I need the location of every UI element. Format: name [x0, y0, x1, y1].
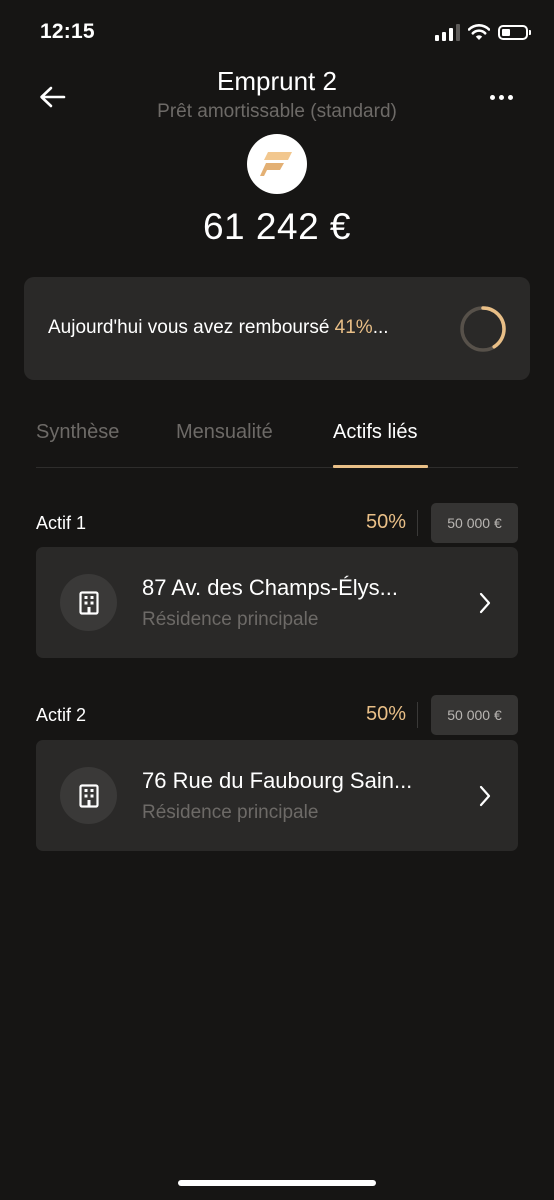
- page-subtitle: Prêt amortissable (standard): [157, 101, 397, 122]
- building-icon: [78, 590, 99, 615]
- tab-synthese[interactable]: Synthèse: [36, 421, 119, 444]
- asset-type: Résidence principale: [142, 802, 319, 823]
- asset-type: Résidence principale: [142, 609, 319, 630]
- more-options-button[interactable]: [488, 88, 514, 106]
- lender-logo-icon: [260, 152, 292, 176]
- divider: [417, 510, 418, 536]
- asset-label: Actif 2: [36, 705, 87, 725]
- asset-header: Actif 2 50% 50 000 €: [36, 695, 518, 735]
- asset-icon-circle: [60, 767, 117, 824]
- tab-mensualite[interactable]: Mensualité: [176, 421, 273, 444]
- loan-amount: 61 242 €: [202, 206, 352, 247]
- tab-bar: Synthèse Mensualité Actifs liés: [36, 415, 518, 468]
- more-dot: [498, 94, 504, 100]
- asset-label: Actif 1: [36, 513, 87, 533]
- tab-actifs-lies[interactable]: Actifs liés: [333, 421, 417, 444]
- more-horizontal-icon: [489, 94, 495, 100]
- page-title: Emprunt 2: [217, 66, 337, 96]
- repayment-prefix: Aujourd'hui vous avez remboursé: [48, 317, 335, 338]
- repayment-progress-ring: [460, 306, 506, 352]
- asset-card[interactable]: 87 Av. des Champs-Élys... Résidence prin…: [36, 547, 518, 658]
- chevron-right-icon: [479, 592, 491, 614]
- wifi-icon: [468, 24, 490, 40]
- screen: 12:15 Emprunt 2 Prêt amortissable (stand…: [0, 0, 554, 1200]
- battery-icon: [498, 25, 531, 40]
- status-time: 12:15: [40, 20, 95, 43]
- divider: [417, 702, 418, 728]
- status-icons: [435, 24, 531, 41]
- asset-header: Actif 1 50% 50 000 €: [36, 503, 518, 543]
- asset-address: 76 Rue du Faubourg Sain...: [142, 768, 413, 793]
- repayment-text: Aujourd'hui vous avez remboursé 41%...: [48, 317, 389, 339]
- asset-share: 50%: [365, 511, 406, 533]
- home-indicator[interactable]: [178, 1180, 376, 1186]
- asset-address: 87 Av. des Champs-Élys...: [142, 575, 398, 600]
- chevron-right-icon: [479, 785, 491, 807]
- asset-share: 50%: [365, 703, 406, 725]
- active-tab-indicator: [333, 465, 428, 468]
- signal-icon: [435, 24, 460, 41]
- asset-value-badge: 50 000 €: [431, 503, 518, 543]
- repayment-suffix: ...: [372, 317, 389, 338]
- asset-card[interactable]: 76 Rue du Faubourg Sain... Résidence pri…: [36, 740, 518, 851]
- building-icon: [78, 783, 99, 808]
- lender-logo: [247, 134, 307, 194]
- more-dot: [507, 94, 513, 100]
- asset-value-badge: 50 000 €: [431, 695, 518, 735]
- asset-icon-circle: [60, 574, 117, 631]
- repayment-percent: 41%: [334, 317, 373, 338]
- repayment-progress-card[interactable]: Aujourd'hui vous avez remboursé 41%...: [24, 277, 530, 380]
